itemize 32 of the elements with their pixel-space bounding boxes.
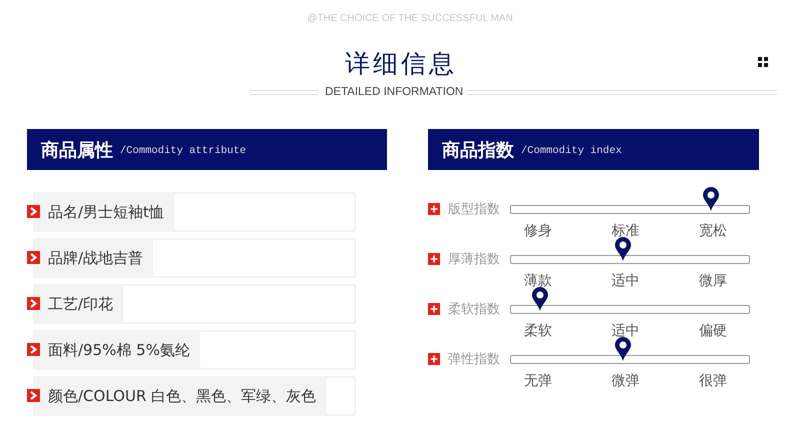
panel-subtitle: /Commodity attribute — [120, 145, 246, 157]
scale-label: 厚薄指数 — [448, 251, 501, 268]
plus-icon — [428, 203, 440, 215]
attribute-text: 品牌/战地吉普 — [47, 248, 144, 269]
panel-title: 商品属性 — [41, 138, 113, 162]
section-subtitle: DETAILED INFORMATION — [324, 86, 464, 98]
scale-option: 薄款 — [524, 272, 552, 290]
scale-option: 微弹 — [612, 372, 640, 390]
attribute-text: 工艺/印花 — [47, 294, 114, 315]
scale-option: 无弹 — [524, 372, 552, 390]
panel-subtitle: /Commodity index — [521, 145, 622, 157]
attribute-text: 颜色/COLOUR 白色、黑色、军绿、灰色 — [47, 386, 318, 407]
scale-option: 偏硬 — [699, 322, 727, 340]
scale-option: 宽松 — [699, 222, 727, 240]
attribute-text: 面料/95%棉 5%氨纶 — [47, 340, 191, 361]
plus-icon — [428, 353, 440, 365]
scale-option: 适中 — [612, 322, 640, 340]
scale-option: 修身 — [524, 222, 552, 240]
scale-option: 很弹 — [699, 372, 727, 390]
scale-option: 柔软 — [524, 322, 552, 340]
panel-title: 商品指数 — [442, 138, 514, 162]
scale-option: 适中 — [612, 272, 640, 290]
scale-label: 版型指数 — [448, 201, 501, 218]
section-title: 详细信息 — [345, 49, 457, 79]
grid-icon — [758, 57, 768, 67]
scale-label: 柔软指数 — [448, 301, 501, 318]
scale-label: 弹性指数 — [448, 351, 501, 368]
scale-option: 微厚 — [699, 272, 727, 290]
plus-icon — [428, 303, 440, 315]
scale-option: 标准 — [612, 222, 640, 240]
attribute-text: 品名/男士短袖t恤 — [47, 202, 165, 223]
plus-icon — [428, 253, 440, 265]
